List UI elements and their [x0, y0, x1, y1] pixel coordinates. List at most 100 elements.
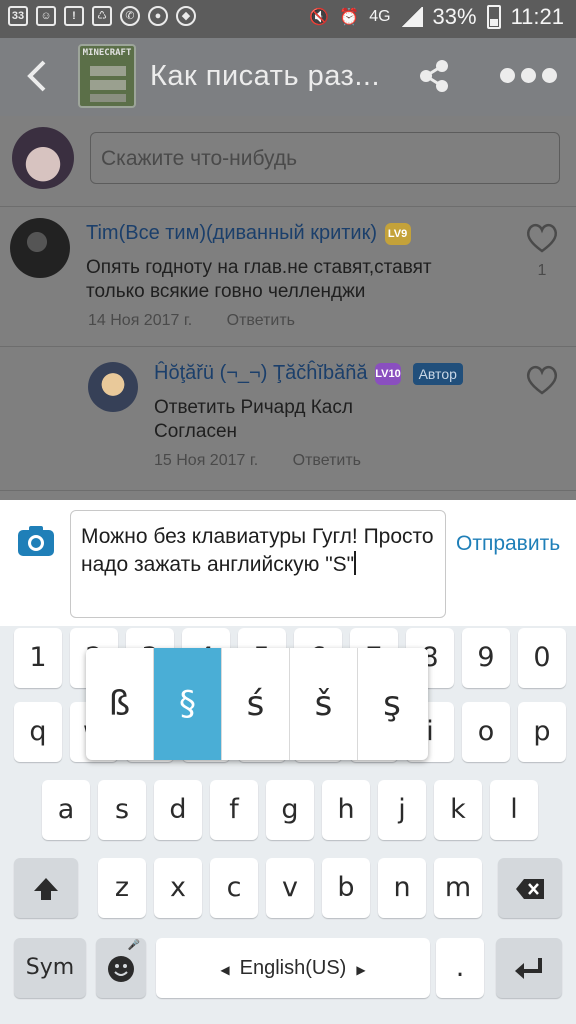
- shift-arrow-icon: [34, 877, 58, 900]
- comment-item: Tim(Все тим)(диванный критик) LV9 Опять …: [0, 208, 576, 346]
- comment-text: Ответить Ричард Касл Согласен: [154, 397, 353, 442]
- more-options-icon[interactable]: [500, 68, 558, 84]
- alarm-icon: ⏰: [339, 9, 360, 26]
- popup-char-s-cedilla[interactable]: ş: [358, 648, 426, 760]
- level-badge: LV9: [384, 222, 411, 245]
- sym-key[interactable]: Sym: [14, 938, 86, 998]
- divider: [0, 346, 576, 347]
- signal-icon: [400, 7, 423, 27]
- comment-author[interactable]: Tim(Все тим)(диванный критик) LV9: [86, 222, 411, 245]
- enter-key[interactable]: [496, 938, 562, 998]
- key-d[interactable]: d: [154, 780, 202, 840]
- arrow-right-icon: ▶: [356, 963, 366, 977]
- popup-char-sharp-s[interactable]: ß: [86, 648, 154, 760]
- reply-link[interactable]: Ответить: [293, 452, 361, 469]
- phone-icon: ✆: [120, 6, 140, 26]
- recycle-icon: ♺: [92, 6, 112, 26]
- like-heart-icon[interactable]: [524, 364, 560, 396]
- comment-author-avatar[interactable]: [88, 362, 138, 412]
- emoji-icon: [108, 955, 134, 982]
- key-o[interactable]: o: [462, 702, 510, 762]
- compose-row: Скажите что-нибудь: [0, 116, 576, 204]
- alert-icon: !: [64, 6, 84, 26]
- key-c[interactable]: c: [210, 858, 258, 918]
- popup-char-section[interactable]: §: [154, 648, 222, 760]
- network-type: 4G: [369, 8, 391, 25]
- share-icon[interactable]: [416, 58, 452, 94]
- text-cursor: [354, 551, 357, 575]
- key-s[interactable]: s: [98, 780, 146, 840]
- camera-notification-icon: ●: [148, 6, 168, 26]
- key-v[interactable]: v: [266, 858, 314, 918]
- shift-key[interactable]: [14, 858, 78, 918]
- notification-icons: 33 ☺ ! ♺ ✆ ● ◆: [8, 6, 196, 26]
- app-bar: MINECRAFT Как писать раз...: [0, 38, 576, 116]
- like-heart-icon[interactable]: [524, 222, 560, 254]
- space-key-label: English(US): [239, 957, 347, 979]
- comment-author-avatar[interactable]: [10, 218, 70, 278]
- shield-icon: ◆: [176, 6, 196, 26]
- key-9[interactable]: 9: [462, 628, 510, 688]
- backspace-key[interactable]: [498, 858, 562, 918]
- arrow-left-icon: ◀: [220, 963, 230, 977]
- comment-item: Ĥŏţăřü (¬_¬) Ţăčĥĭbăñă LV10 Автор Ответи…: [0, 348, 576, 488]
- current-user-avatar: [12, 127, 74, 189]
- post-thumbnail[interactable]: MINECRAFT: [78, 44, 136, 108]
- backspace-icon: [516, 878, 544, 899]
- author-badge: Автор: [412, 362, 463, 385]
- status-indicators: 🔇 ⏰ 4G 33% 11:21: [309, 4, 564, 30]
- key-h[interactable]: h: [322, 780, 370, 840]
- back-arrow-icon[interactable]: [20, 56, 56, 96]
- reply-link[interactable]: Ответить: [227, 312, 295, 329]
- key-g[interactable]: g: [266, 780, 314, 840]
- key-b[interactable]: b: [322, 858, 370, 918]
- comment-date: 14 Ноя 2017 г.: [88, 312, 193, 329]
- divider: [0, 206, 576, 207]
- camera-icon[interactable]: [16, 524, 56, 558]
- reply-input-bar: Можно без клавиатуры Гугл! Просто надо з…: [0, 500, 576, 626]
- mute-icon: 🔇: [309, 9, 330, 26]
- popup-char-s-caron[interactable]: š: [290, 648, 358, 760]
- status-bar: 33 ☺ ! ♺ ✆ ● ◆ 🔇 ⏰ 4G 33% 11:21: [0, 0, 576, 38]
- send-button[interactable]: Отправить: [456, 532, 560, 556]
- comment-meta: 14 Ноя 2017 г. Ответить: [88, 312, 295, 330]
- key-j[interactable]: j: [378, 780, 426, 840]
- key-a[interactable]: a: [42, 780, 90, 840]
- mic-hint-icon: 🎤: [127, 940, 140, 951]
- emoji-key[interactable]: 🎤: [96, 938, 146, 998]
- clock: 11:21: [510, 4, 564, 29]
- like-count: 1: [537, 262, 547, 279]
- comment-date: 15 Ноя 2017 г.: [154, 452, 259, 469]
- enter-icon: [515, 957, 542, 979]
- key-n[interactable]: n: [378, 858, 426, 918]
- comment-author[interactable]: Ĥŏţăřü (¬_¬) Ţăčĥĭbăñă LV10 Автор: [154, 362, 463, 385]
- comment-author-name: Tim(Все тим)(диванный критик): [86, 222, 378, 244]
- comment-author-name: Ĥŏţăřü (¬_¬) Ţăčĥĭbăñă: [154, 362, 368, 384]
- comment-text: Опять годноту на глав.не ставят,ставят т…: [86, 257, 432, 302]
- reply-text-field[interactable]: Можно без клавиатуры Гугл! Просто надо з…: [70, 510, 446, 618]
- space-key[interactable]: ◀ English(US) ▶: [156, 938, 430, 998]
- thumbnail-text: MINECRAFT: [82, 48, 132, 58]
- popup-char-s-acute[interactable]: ś: [222, 648, 290, 760]
- notification-count-icon: 33: [8, 6, 28, 26]
- page-title: Как писать раз...: [150, 60, 381, 92]
- clipboard-icon: ☺: [36, 6, 56, 26]
- character-popup: ß § ś š ş: [86, 648, 428, 760]
- key-q[interactable]: q: [14, 702, 62, 762]
- period-key[interactable]: .: [436, 938, 484, 998]
- comment-meta: 15 Ноя 2017 г. Ответить: [154, 452, 361, 470]
- divider: [0, 490, 576, 491]
- key-z[interactable]: z: [98, 858, 146, 918]
- comment-compose-field[interactable]: Скажите что-нибудь: [90, 132, 560, 184]
- key-0[interactable]: 0: [518, 628, 566, 688]
- reply-text-value: Можно без клавиатуры Гугл! Просто надо з…: [81, 525, 434, 576]
- key-f[interactable]: f: [210, 780, 258, 840]
- key-x[interactable]: x: [154, 858, 202, 918]
- key-k[interactable]: k: [434, 780, 482, 840]
- key-m[interactable]: m: [434, 858, 482, 918]
- battery-percent: 33%: [432, 4, 477, 29]
- key-l[interactable]: l: [490, 780, 538, 840]
- key-1[interactable]: 1: [14, 628, 62, 688]
- battery-icon: [486, 5, 501, 29]
- key-p[interactable]: p: [518, 702, 566, 762]
